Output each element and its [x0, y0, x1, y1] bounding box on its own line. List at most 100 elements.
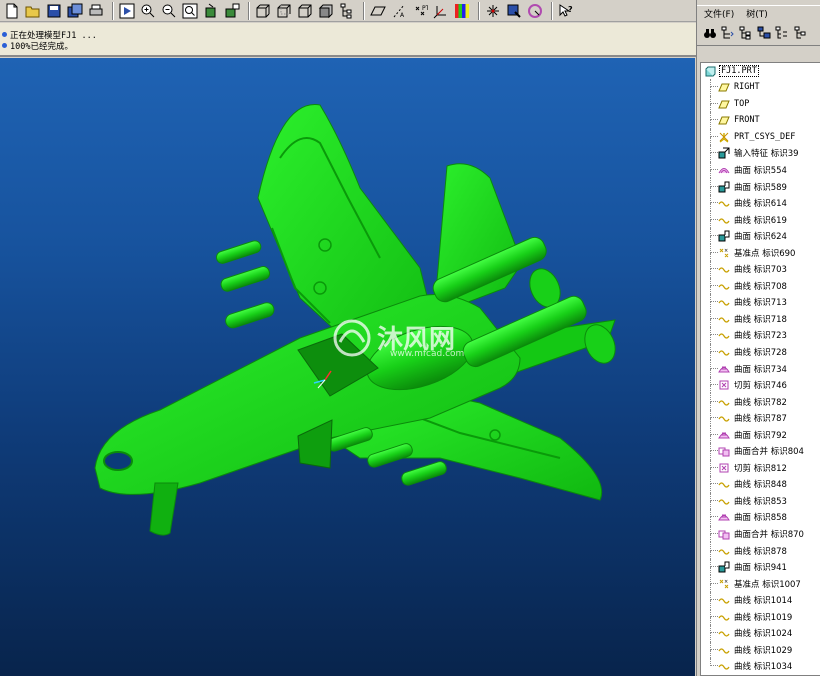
graphics-viewport[interactable]: 沐风网 www.mfcad.com — [0, 58, 695, 676]
model-tree-toggle-button[interactable] — [338, 2, 356, 20]
tree-item[interactable]: 曲线 标识853 — [701, 492, 820, 510]
tree-item-label: 曲面合并 标识804 — [734, 447, 804, 458]
open-file-button[interactable] — [24, 2, 42, 20]
saved-views-icon — [225, 3, 240, 17]
keyring-hole — [103, 451, 133, 471]
tree-item[interactable]: 曲线 标识787 — [701, 409, 820, 427]
datum-plane-toggle-icon — [370, 6, 386, 15]
tree-item[interactable]: 曲面合并 标识804 — [701, 443, 820, 460]
toolbar-separator — [478, 1, 480, 20]
tree-connector — [710, 318, 711, 328]
airplane-model[interactable]: 沐风网 www.mfcad.com — [0, 58, 695, 676]
datum-planes-toggle-button[interactable] — [369, 2, 387, 20]
color-appearance-button[interactable] — [453, 2, 471, 20]
orient-mode-icon — [528, 3, 542, 18]
tree-connector — [710, 294, 718, 303]
tree-item[interactable]: 曲线 标识708 — [701, 277, 820, 295]
tree-item[interactable]: 曲线 标识1034 — [701, 658, 820, 675]
tree-filter-icon[interactable] — [739, 26, 753, 40]
tree-connector — [710, 426, 718, 435]
expand-tree-icon[interactable] — [775, 26, 789, 40]
coordinate-system-icon — [719, 132, 729, 143]
wireframe-button[interactable] — [254, 2, 272, 20]
refit-button[interactable] — [181, 2, 199, 20]
tree-item-label: 曲线 标识728 — [734, 348, 787, 359]
tree-root-label: FJ1.PRT — [719, 65, 759, 77]
tree-item[interactable]: 曲面 标识734 — [701, 360, 820, 377]
tree-item[interactable]: 曲线 标识614 — [701, 194, 820, 212]
redraw-button[interactable] — [118, 2, 136, 20]
curve-icon — [718, 201, 730, 207]
tree-item[interactable]: 曲面 标识554 — [701, 161, 820, 179]
tree-item[interactable]: 曲线 标识1024 — [701, 625, 820, 642]
tree-settings-icon[interactable] — [793, 26, 807, 40]
tree-item[interactable]: 曲面合并 标识870 — [701, 525, 820, 543]
tree-item[interactable]: 曲面 标识589 — [701, 178, 820, 195]
tree-item[interactable]: 曲线 标识878 — [701, 542, 820, 559]
save-copy-button[interactable] — [66, 2, 84, 20]
tree-item[interactable]: RIGHT — [701, 79, 820, 96]
tree-item[interactable]: 切剪 标识746 — [701, 376, 820, 394]
tree-item[interactable]: 曲线 标识718 — [701, 310, 820, 328]
tree-item[interactable]: 曲线 标识728 — [701, 343, 820, 361]
datum-points-toggle-button[interactable]: PT — [411, 2, 429, 20]
tree-item[interactable]: 曲线 标识713 — [701, 294, 820, 311]
no-hidden-icon — [298, 4, 312, 17]
curve-icon — [718, 284, 730, 290]
datum-plane-icon — [718, 83, 730, 92]
tree-item[interactable]: 切剪 标识812 — [701, 459, 820, 477]
spin-center-button[interactable] — [484, 2, 502, 20]
tree-item[interactable]: 曲面 标识941 — [701, 558, 820, 576]
tree-item-label: FRONT — [734, 115, 760, 126]
tree-item[interactable]: × 基准点 标识690 — [701, 244, 820, 261]
zoom-out-button[interactable] — [160, 2, 178, 20]
tree-root-item[interactable]: FJ1.PRT — [701, 63, 820, 79]
file-menu[interactable]: 文件(F) — [704, 7, 734, 20]
datum-axes-toggle-button[interactable]: A — [390, 2, 408, 20]
tree-item[interactable]: 曲线 标识619 — [701, 211, 820, 228]
svg-text:×: × — [724, 579, 728, 585]
tree-connector — [710, 252, 711, 261]
context-help-button[interactable]: ? — [557, 2, 575, 20]
tree-item[interactable]: FRONT — [701, 112, 820, 129]
tree-item[interactable]: × 基准点 标识1007 — [701, 575, 820, 592]
zoom-in-button[interactable] — [139, 2, 157, 20]
tree-item[interactable]: 曲面 标识792 — [701, 426, 820, 444]
no-hidden-button[interactable] — [296, 2, 314, 20]
tree-menu[interactable]: 树(T) — [746, 7, 768, 20]
tree-item-label: 切剪 标识812 — [734, 463, 787, 474]
new-file-button[interactable] — [3, 2, 21, 20]
tree-item[interactable]: PRT_CSYS_DEF — [701, 128, 820, 146]
tree-item[interactable]: 曲面 标识624 — [701, 227, 820, 245]
save-button[interactable] — [45, 2, 63, 20]
csys-toggle-button[interactable] — [432, 2, 450, 20]
tree-columns-icon[interactable] — [721, 26, 735, 40]
tree-item[interactable]: 曲面 标识858 — [701, 509, 820, 526]
tree-item[interactable]: 曲线 标识703 — [701, 261, 820, 278]
shading-button[interactable] — [317, 2, 335, 20]
tree-item[interactable]: 曲线 标识1014 — [701, 591, 820, 609]
tree-item-label: 曲线 标识1034 — [734, 662, 793, 673]
hidden-line-button[interactable] — [275, 2, 293, 20]
info-bullet-icon — [2, 43, 7, 48]
print-button[interactable] — [87, 2, 105, 20]
show-layers-icon[interactable] — [757, 26, 771, 40]
orient-mode-button[interactable] — [526, 2, 544, 20]
tree-item[interactable]: 曲线 标识1029 — [701, 641, 820, 659]
reorient-button[interactable] — [202, 2, 220, 20]
tree-item[interactable]: 曲线 标识782 — [701, 393, 820, 410]
tree-item[interactable]: 输入特征 标识39 — [701, 145, 820, 162]
tree-connector — [710, 153, 711, 162]
saved-views-button[interactable] — [223, 2, 241, 20]
tree-connector — [710, 285, 711, 295]
tree-item-label: 切剪 标识746 — [734, 381, 787, 392]
tree-item[interactable]: TOP — [701, 95, 820, 113]
tree-item[interactable]: 曲线 标识1019 — [701, 608, 820, 626]
tree-item[interactable]: 曲线 标识848 — [701, 476, 820, 493]
surface-extrude-icon — [718, 561, 730, 573]
tree-connector — [710, 393, 718, 402]
binoculars-find-icon[interactable] — [703, 26, 717, 40]
select-filter-button[interactable] — [505, 2, 523, 20]
datum-plane-icon — [718, 100, 730, 109]
tree-item[interactable]: 曲线 标识723 — [701, 327, 820, 344]
